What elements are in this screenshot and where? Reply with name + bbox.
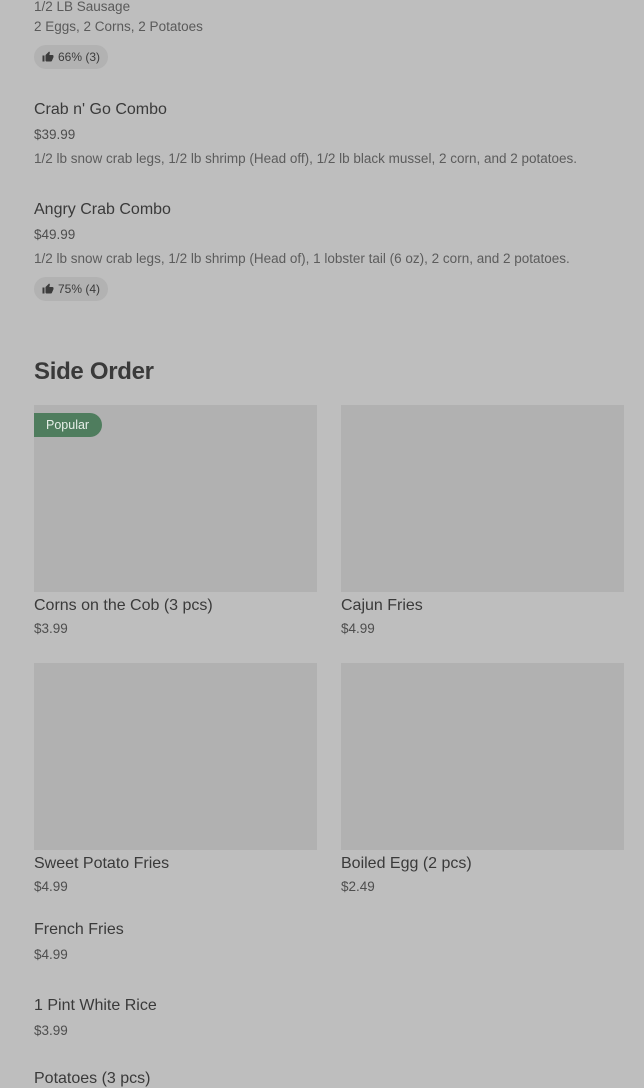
rating-text: 75% (4) [58,282,101,296]
popular-badge: Popular [34,413,102,437]
item-title: Potatoes (3 pcs) [34,1070,151,1087]
item-price: $4.99 [34,947,68,962]
prev-item-line-1: 1/2 LB Sausage [34,0,131,14]
card-price: $4.99 [341,621,375,636]
item-image [341,663,624,850]
item-title: French Fries [34,921,124,938]
section-title-side-order: Side Order [34,358,154,385]
item-description: 1/2 lb snow crab legs, 1/2 lb shrimp (He… [34,251,570,266]
prev-item-line-2: 2 Eggs, 2 Corns, 2 Potatoes [34,19,203,34]
item-title: Angry Crab Combo [34,201,171,218]
item-title: 1 Pint White Rice [34,997,157,1014]
card-price: $4.99 [34,879,68,894]
rating-text: 66% (3) [58,50,101,64]
card-title: Cajun Fries [341,597,423,614]
item-title: Crab n' Go Combo [34,101,167,118]
item-price: $49.99 [34,227,76,242]
item-image [34,663,317,850]
card-title: Corns on the Cob (3 pcs) [34,597,213,614]
thumbs-up-icon [42,283,54,294]
card-title: Boiled Egg (2 pcs) [341,855,472,872]
item-image [341,405,624,592]
item-price: $39.99 [34,127,76,142]
prev-item-rating: 66% (3) [34,45,109,69]
item-description: 1/2 lb snow crab legs, 1/2 lb shrimp (He… [34,151,578,166]
thumbs-up-icon [42,51,54,62]
card-price: $2.49 [341,879,375,894]
item-rating: 75% (4) [34,277,109,301]
card-price: $3.99 [34,621,68,636]
item-price: $3.99 [34,1023,68,1038]
card-title: Sweet Potato Fries [34,855,170,872]
